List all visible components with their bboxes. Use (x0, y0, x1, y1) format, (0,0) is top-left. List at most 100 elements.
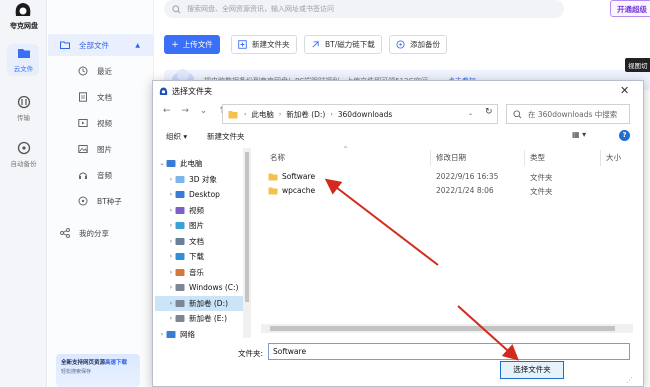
add-backup-button[interactable]: 添加备份 (389, 35, 447, 54)
rail-item-cloud-files[interactable]: 云文件 (0, 46, 47, 80)
sidebar-item-bt[interactable]: BT种子 (48, 190, 154, 212)
organize-menu[interactable]: 组织 ▾ (166, 131, 187, 142)
tree-item[interactable]: › 音乐 (155, 265, 251, 280)
upload-file-label: 上传文件 (182, 40, 213, 49)
chevron-right-icon[interactable]: › (167, 176, 175, 183)
tree-item[interactable]: › 3D 对象 (155, 172, 251, 187)
tree-scroll-thumb[interactable] (245, 152, 249, 302)
file-name: wpcache (282, 186, 316, 195)
search-placeholder: 搜索网盘、全网资源资讯，输入网址或书签访问 (187, 5, 334, 13)
tree-item[interactable]: › Desktop (155, 187, 251, 202)
column-header-name[interactable]: 名称 (270, 152, 285, 166)
promo-card[interactable]: 全新支持网页资源高速下载 轻松搜索保存 (56, 354, 140, 387)
dialog-nav-arrows[interactable]: ← → ⌄ ↑ (163, 106, 230, 116)
file-name: Software (282, 172, 316, 181)
tree-item-label: 新加卷 (D:) (189, 298, 229, 308)
file-row[interactable]: wpcache 2022/1/24 8:06 文件夹 (264, 184, 634, 198)
desktop-icon (175, 191, 185, 198)
backup-icon (396, 40, 405, 49)
view-options-icon[interactable]: ▦ ▾ (572, 130, 586, 139)
documents-folder-icon (175, 237, 185, 245)
document-icon (79, 92, 87, 102)
new-folder-button[interactable]: 新建文件夹 (231, 35, 297, 54)
help-icon[interactable]: ? (619, 130, 630, 141)
chevron-right-icon[interactable]: › (167, 300, 175, 307)
download-folder-icon (175, 253, 185, 260)
tree-item[interactable]: › 视频 (155, 203, 251, 218)
view-tooltip: 视图切 (625, 58, 650, 72)
tree-item-label: Desktop (189, 190, 220, 199)
breadcrumb-item[interactable]: 新加卷 (D:) (286, 109, 325, 120)
file-type: 文件夹 (530, 187, 553, 196)
address-bar[interactable]: › 此电脑 › 新加卷 (D:) › 360downloads (222, 104, 498, 124)
sidebar-item-images[interactable]: 图片 (48, 138, 154, 160)
refresh-icon[interactable]: ↻ (482, 104, 498, 124)
tree-item[interactable]: ⌄ 此电脑 (155, 156, 251, 171)
chevron-right-icon[interactable]: › (167, 284, 175, 291)
folder-field-label: 文件夹: (238, 349, 264, 358)
chevron-right-icon[interactable]: › (167, 238, 175, 245)
rail-item-transfer[interactable]: 传输 (0, 95, 47, 129)
tree-item-label: Windows (C:) (189, 283, 239, 292)
chevron-right-icon[interactable]: › (167, 253, 175, 260)
tree-item-label: 网络 (180, 329, 195, 339)
caret-up-icon[interactable]: ▲ (135, 42, 140, 49)
clock-icon (78, 66, 88, 76)
sidebar-item-label: 我的分享 (79, 228, 109, 238)
column-divider[interactable] (430, 150, 431, 166)
column-divider[interactable] (600, 150, 601, 166)
app-logo-icon (15, 3, 31, 16)
tree-item[interactable]: › 文档 (155, 234, 251, 249)
sidebar-item-recent[interactable]: 最近 (48, 60, 154, 82)
column-divider[interactable] (524, 150, 525, 166)
tree-item[interactable]: › Windows (C:) (155, 280, 251, 295)
sidebar-item-all-files[interactable]: 全部文件 ▲ (48, 34, 154, 56)
tree-item[interactable]: › 新加卷 (D:) (155, 295, 251, 311)
chevron-right-icon[interactable]: › (158, 331, 166, 338)
horizontal-scroll-thumb[interactable] (270, 326, 615, 331)
promo-title: 全新支持网页资源高速下载 (61, 360, 128, 366)
tree-item[interactable]: › 网络 (155, 327, 251, 339)
resize-grip-icon[interactable]: ⋰ (626, 376, 633, 384)
column-header-type[interactable]: 类型 (530, 152, 545, 166)
tree-item[interactable]: › 下载 (155, 249, 251, 264)
sidebar-item-documents[interactable]: 文档 (48, 86, 154, 108)
chevron-right-icon[interactable]: › (167, 207, 175, 214)
file-row[interactable]: Software 2022/9/16 16:35 文件夹 (264, 170, 634, 184)
sidebar-item-video[interactable]: 视频 (48, 112, 154, 134)
chevron-right-icon[interactable]: › (167, 222, 175, 229)
upload-file-button[interactable]: + 上传文件 (164, 35, 220, 54)
column-header-modified[interactable]: 修改日期 (436, 152, 466, 166)
tree-item-label: 此电脑 (180, 159, 203, 168)
folder-icon (60, 41, 70, 49)
chevron-right-icon[interactable]: › (167, 315, 175, 322)
folder-search-input[interactable]: 在 360downloads 中搜索 (506, 104, 630, 124)
sidebar-item-label: 图片 (97, 144, 112, 154)
bt-download-button[interactable]: BT/磁力链下载 (304, 35, 382, 54)
sidebar-item-my-share[interactable]: 我的分享 (48, 222, 154, 244)
chevron-down-icon[interactable]: ⌄ (158, 160, 166, 167)
dialog-new-folder-button[interactable]: 新建文件夹 (207, 131, 245, 142)
vip-upgrade-button[interactable]: 开通超级 (610, 0, 650, 17)
close-icon[interactable]: ✕ (620, 84, 629, 97)
select-folder-button[interactable]: 选择文件夹 (500, 361, 564, 379)
global-search-input[interactable]: 搜索网盘、全网资源资讯，输入网址或书签访问 (164, 0, 564, 18)
drive-icon (175, 284, 185, 291)
chevron-right-icon[interactable]: › (167, 269, 175, 276)
tree-item[interactable]: › 新加卷 (E:) (155, 311, 251, 326)
breadcrumb-item[interactable]: 此电脑 (251, 109, 274, 120)
column-header-size[interactable]: 大小 (606, 152, 621, 166)
rail-item-label: 传输 (17, 114, 30, 122)
sidebar-item-audio[interactable]: 音频 (48, 164, 154, 186)
chevron-down-icon[interactable]: ⌄ (464, 104, 480, 124)
chevron-right-icon[interactable]: › (167, 191, 175, 198)
computer-icon (166, 160, 176, 167)
tree-item[interactable]: › 图片 (155, 218, 251, 233)
sidebar-item-label: 音频 (97, 170, 112, 180)
folder-name-input[interactable]: Software (268, 343, 630, 360)
folder-icon (17, 49, 30, 58)
breadcrumb-item[interactable]: 360downloads (338, 110, 393, 119)
promo-subtitle: 轻松搜索保存 (61, 369, 92, 375)
share-icon (60, 228, 70, 238)
rail-item-backup[interactable]: 自动备份 (0, 141, 47, 175)
